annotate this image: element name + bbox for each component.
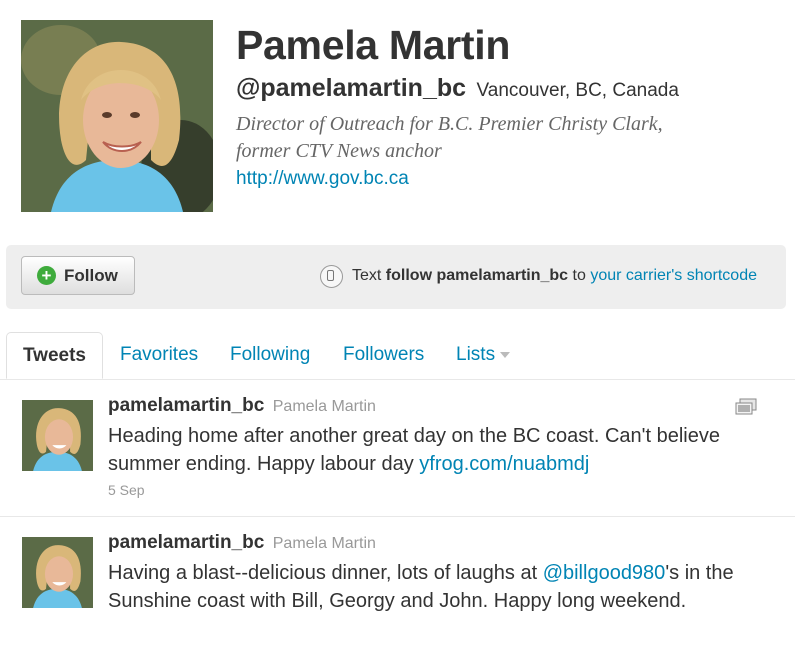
carrier-shortcode-link[interactable]: your carrier's shortcode [590,267,757,284]
avatar[interactable] [22,537,93,608]
screen-name-row: @pamelamartin_bc Vancouver, BC, Canada [236,74,679,103]
profile-url-link[interactable]: http://www.gov.bc.ca [236,168,409,190]
tweet-text-body: Heading home after another great day on … [108,425,720,475]
follow-button-label: Follow [64,266,118,285]
sms-to: to [572,267,586,284]
dropdown-caret-icon [500,351,511,358]
tab-lists-label: Lists [456,344,496,365]
tweet-screen-name[interactable]: pamelamartin_bc [108,532,264,553]
tweet-item[interactable]: pamelamartin_bc Pamela Martin Heading ho… [0,380,795,517]
tweet-text: Having a blast--delicious dinner, lots o… [108,559,768,615]
tab-lists[interactable]: Lists [456,344,511,366]
tweet-mention-link[interactable]: @billgood980 [543,562,666,584]
sms-prefix: Text [352,267,382,284]
sms-command: follow pamelamartin_bc [385,267,569,284]
tab-following[interactable]: Following [230,344,310,366]
tab-favorites[interactable]: Favorites [120,344,198,366]
sms-follow-info: Text follow pamelamartin_bc to your carr… [320,265,757,288]
tweet-header: pamelamartin_bc Pamela Martin [108,532,376,554]
tweet-full-name: Pamela Martin [272,535,376,552]
profile-tabs: Tweets Favorites Following Followers Lis… [0,332,795,380]
phone-icon [320,265,343,288]
tweet-full-name: Pamela Martin [272,398,376,415]
tweet-screen-name[interactable]: pamelamartin_bc [108,395,264,416]
profile-bio-line2: former CTV News anchor [236,140,442,162]
profile-bio: Director of Outreach for B.C. Premier Ch… [236,111,756,165]
profile-photo [21,20,213,212]
tweet-text: Heading home after another great day on … [108,422,768,478]
follow-button[interactable]: + Follow [21,256,135,295]
tweet-item[interactable]: pamelamartin_bc Pamela Martin Having a b… [0,517,795,652]
profile-name: Pamela Martin [236,22,511,68]
media-icon[interactable] [735,398,757,416]
avatar[interactable] [22,400,93,471]
tweet-text-body: Having a blast--delicious dinner, lots o… [108,562,543,584]
profile-bio-line1: Director of Outreach for B.C. Premier Ch… [236,113,663,135]
sms-text: Text follow pamelamartin_bc to your carr… [352,267,757,284]
tweet-timestamp[interactable]: 5 Sep [108,482,145,498]
profile-location: Vancouver, BC, Canada [476,80,679,101]
plus-icon: + [37,266,56,285]
tweet-link[interactable]: yfrog.com/nuabmdj [419,453,589,475]
profile-screen-name: @pamelamartin_bc [236,74,467,102]
tweet-header: pamelamartin_bc Pamela Martin [108,395,376,417]
tab-tweets[interactable]: Tweets [6,332,103,379]
follow-bar: + Follow Text follow pamelamartin_bc to … [6,245,786,309]
tab-followers[interactable]: Followers [343,344,424,366]
